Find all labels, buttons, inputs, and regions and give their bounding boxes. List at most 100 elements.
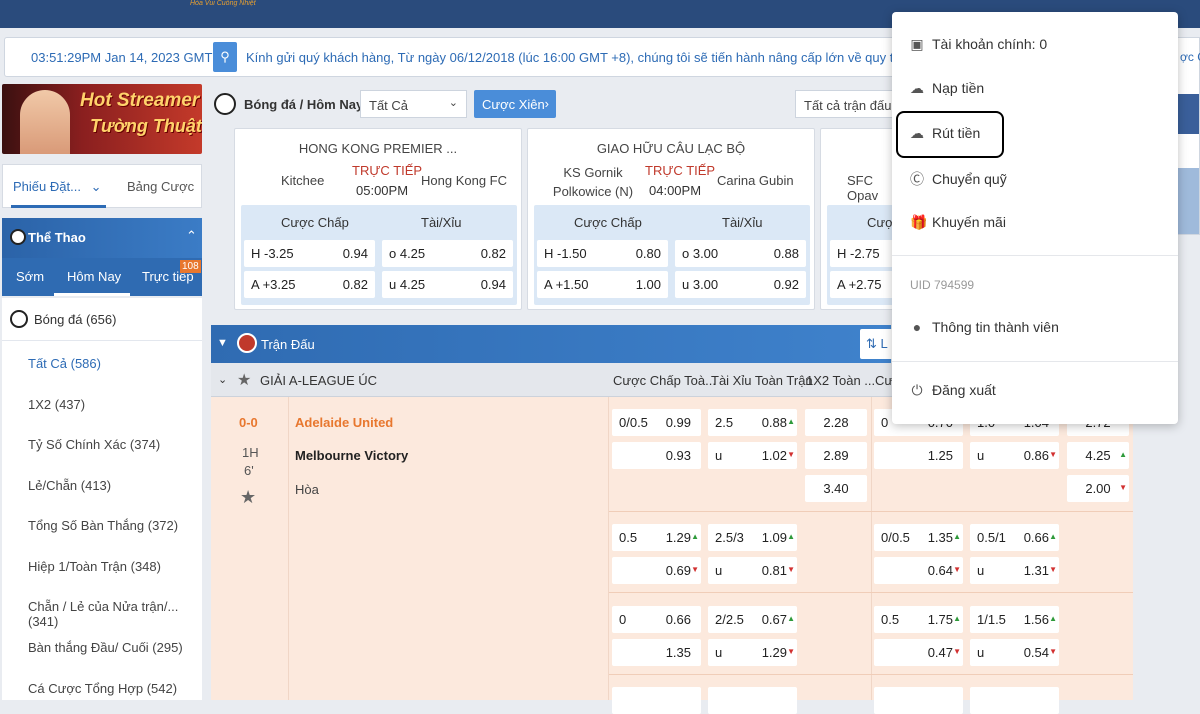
odds-cell[interactable]: A +1.50 1.00 bbox=[537, 271, 668, 298]
menu-transfer[interactable]: Ⓒ Chuyển quỹ bbox=[910, 169, 1007, 189]
odds-cell[interactable]: 0.47 ▼ bbox=[874, 639, 963, 666]
divider bbox=[609, 511, 1133, 512]
odds-cell[interactable]: 2.00 ▼ bbox=[1067, 475, 1129, 502]
cloud-upload-icon: ☁ bbox=[910, 80, 924, 96]
right-banner-text: ợc CN bbox=[1180, 50, 1200, 64]
matches-header[interactable]: ▼ Trận Đấu ⇅ L bbox=[211, 325, 894, 363]
announcement-text: Kính gửi quý khách hàng, Từ ngày 06/12/2… bbox=[246, 50, 983, 65]
right-promo-image[interactable] bbox=[1178, 94, 1199, 134]
menu-profile[interactable]: ● Thông tin thành viên bbox=[910, 319, 1059, 335]
odds-cell[interactable]: 2.28 bbox=[805, 409, 867, 436]
sidebar-item-half-odd-even[interactable]: Chẵn / Lẻ của Nửa trận/... (341) bbox=[28, 599, 202, 629]
market-filter-select[interactable]: Tất Cả ⌄ bbox=[360, 90, 467, 118]
user-id: UID 794599 bbox=[910, 278, 975, 292]
chevron-down-icon: ⌄ bbox=[448, 97, 458, 109]
featured-match-card[interactable]: HONG KONG PREMIER ... Kitchee TRỰC TIẾP … bbox=[234, 128, 522, 310]
sidebar-item-correct-score[interactable]: Tỷ Số Chính Xác (374) bbox=[28, 437, 160, 452]
sort-button[interactable]: ⇅ L bbox=[860, 329, 894, 359]
tab-early[interactable]: Sớm bbox=[16, 269, 44, 284]
match-filter-select[interactable]: Tất cả trận đấu bbox=[795, 90, 895, 118]
odds-cell[interactable]: u 0.81 ▼ bbox=[708, 557, 797, 584]
tab-bet-list[interactable]: Bảng Cược bbox=[127, 179, 194, 194]
odds-cell[interactable]: H -2.75 bbox=[830, 240, 894, 267]
odds-cell[interactable]: 1.25 bbox=[874, 442, 963, 469]
odds-cell[interactable] bbox=[970, 687, 1059, 714]
gift-icon: 🎁 bbox=[910, 214, 928, 230]
sidebar-item-ht-ft[interactable]: Hiệp 1/Toàn Trận (348) bbox=[28, 559, 161, 574]
featured-match-card[interactable]: SFC Opav Cược H -2.75 A +2.75 bbox=[820, 128, 895, 310]
match-filter-value: Tất cả trận đấu bbox=[804, 98, 892, 113]
odds-cell[interactable]: 0.64 ▼ bbox=[874, 557, 963, 584]
parlay-button[interactable]: Cược Xiên › bbox=[474, 90, 556, 118]
odds-cell[interactable]: H -1.50 0.80 bbox=[537, 240, 668, 267]
odds-cell[interactable]: u 4.25 0.94 bbox=[382, 271, 513, 298]
banner-line1: Hot Streamer bbox=[80, 90, 200, 111]
sidebar-item-1x2[interactable]: 1X2 (437) bbox=[28, 397, 85, 412]
bet-slip-tabs: Phiếu Đặt... ⌄ Bảng Cược bbox=[2, 164, 202, 208]
away-team[interactable]: Melbourne Victory bbox=[295, 448, 408, 463]
odds-cell[interactable]: o 4.25 0.82 bbox=[382, 240, 513, 267]
odds-cell[interactable]: o 3.00 0.88 bbox=[675, 240, 806, 267]
card-time: 04:00PM bbox=[649, 183, 702, 198]
active-tab-underline bbox=[11, 205, 106, 208]
collapse-icon[interactable]: ▼ bbox=[217, 337, 228, 349]
card-live-label: TRỰC TIẾP bbox=[645, 163, 716, 178]
odds-cell[interactable]: 0.5 1.75 ▲ bbox=[874, 606, 963, 633]
odds-cell[interactable]: 1.35 bbox=[612, 639, 701, 666]
odds-cell[interactable]: 0.69 ▼ bbox=[612, 557, 701, 584]
right-promo-image-2[interactable] bbox=[1178, 168, 1199, 234]
sidebar-item-total-goals[interactable]: Tổng Số Bàn Thắng (372) bbox=[28, 518, 178, 533]
sidebar-item-first-last-goal[interactable]: Bàn thắng Đầu/ Cuối (295) bbox=[28, 640, 183, 655]
odds-cell[interactable]: 0.93 bbox=[612, 442, 701, 469]
odds-cell[interactable]: u 1.29 ▼ bbox=[708, 639, 797, 666]
menu-deposit[interactable]: ☁ Nạp tiền bbox=[910, 80, 984, 97]
odds-cell[interactable]: 0.5 1.29 ▲ bbox=[612, 524, 701, 551]
odds-cell[interactable]: u 1.02 ▼ bbox=[708, 442, 797, 469]
over-under-header: Tài/Xỉu bbox=[421, 215, 462, 230]
odds-cell[interactable]: u 0.86 ▼ bbox=[970, 442, 1059, 469]
odds-cell[interactable]: 0.5/1 0.66 ▲ bbox=[970, 524, 1059, 551]
search-icon[interactable]: ⚲ bbox=[213, 42, 237, 72]
odds-cell[interactable]: 3.40 bbox=[805, 475, 867, 502]
sidebar-item-mix-parlay[interactable]: Cá Cược Tổng Hợp (542) bbox=[28, 681, 177, 696]
collapse-league-icon[interactable]: ⌄ bbox=[218, 373, 227, 386]
sports-header[interactable]: Thể Thao ⌃ bbox=[2, 218, 202, 258]
user-icon: ● bbox=[912, 319, 922, 335]
hot-streamer-banner[interactable]: Hot Streamer Tường Thuật bbox=[2, 84, 202, 154]
favorite-star-icon[interactable]: ★ bbox=[240, 487, 256, 508]
odds-cell[interactable]: A +2.75 bbox=[830, 271, 894, 298]
menu-promotion[interactable]: 🎁 Khuyến mãi bbox=[910, 214, 1006, 231]
odds-cell[interactable]: u 3.00 0.92 bbox=[675, 271, 806, 298]
sidebar-football[interactable]: Bóng đá (656) bbox=[34, 312, 116, 327]
home-team[interactable]: Adelaide United bbox=[295, 415, 393, 430]
odds-cell[interactable]: 2.5/3 1.09 ▲ bbox=[708, 524, 797, 551]
menu-balance[interactable]: ▣ Tài khoản chính: 0 bbox=[910, 36, 1047, 53]
tab-bet-slip[interactable]: Phiếu Đặt... ⌄ bbox=[13, 179, 101, 195]
featured-match-card[interactable]: GIAO HỮU CÂU LẠC BỘ KS Gornik Polkowice … bbox=[527, 128, 815, 310]
chevron-up-icon[interactable]: ⌃ bbox=[186, 228, 197, 244]
odds-cell[interactable]: u 1.31 ▼ bbox=[970, 557, 1059, 584]
sidebar-item-all[interactable]: Tất Cả (586) bbox=[28, 356, 101, 371]
odds-cell[interactable]: 4.25 ▲ bbox=[1067, 442, 1129, 469]
star-icon[interactable]: ★ bbox=[237, 370, 251, 390]
tab-today[interactable]: Hôm Nay bbox=[67, 269, 121, 284]
odds-cell[interactable]: 2.89 bbox=[805, 442, 867, 469]
odds-cell[interactable]: 0 0.66 bbox=[612, 606, 701, 633]
odds-cell[interactable]: 0/0.5 1.35 ▲ bbox=[874, 524, 963, 551]
odds-cell[interactable]: H -3.25 0.94 bbox=[244, 240, 375, 267]
odds-cell[interactable] bbox=[708, 687, 797, 714]
sort-icon: ⇅ bbox=[866, 336, 877, 351]
odds-cell[interactable]: u 0.54 ▼ bbox=[970, 639, 1059, 666]
odds-cell[interactable]: A +3.25 0.82 bbox=[244, 271, 375, 298]
odds-cell[interactable] bbox=[612, 687, 701, 714]
odds-cell[interactable]: 2.5 0.88 ▲ bbox=[708, 409, 797, 436]
divider bbox=[2, 340, 202, 341]
sidebar-item-odd-even[interactable]: Lẻ/Chẵn (413) bbox=[28, 478, 111, 493]
odds-cell[interactable]: 2/2.5 0.67 ▲ bbox=[708, 606, 797, 633]
menu-logout[interactable]: ⏻ Đăng xuất bbox=[910, 382, 995, 399]
odds-cell[interactable] bbox=[874, 687, 963, 714]
match-period: 1H bbox=[242, 445, 259, 460]
odds-cell[interactable]: 0/0.5 0.99 bbox=[612, 409, 701, 436]
odds-cell[interactable]: 1/1.5 1.56 ▲ bbox=[970, 606, 1059, 633]
over-under-header: Tài/Xỉu bbox=[722, 215, 763, 230]
